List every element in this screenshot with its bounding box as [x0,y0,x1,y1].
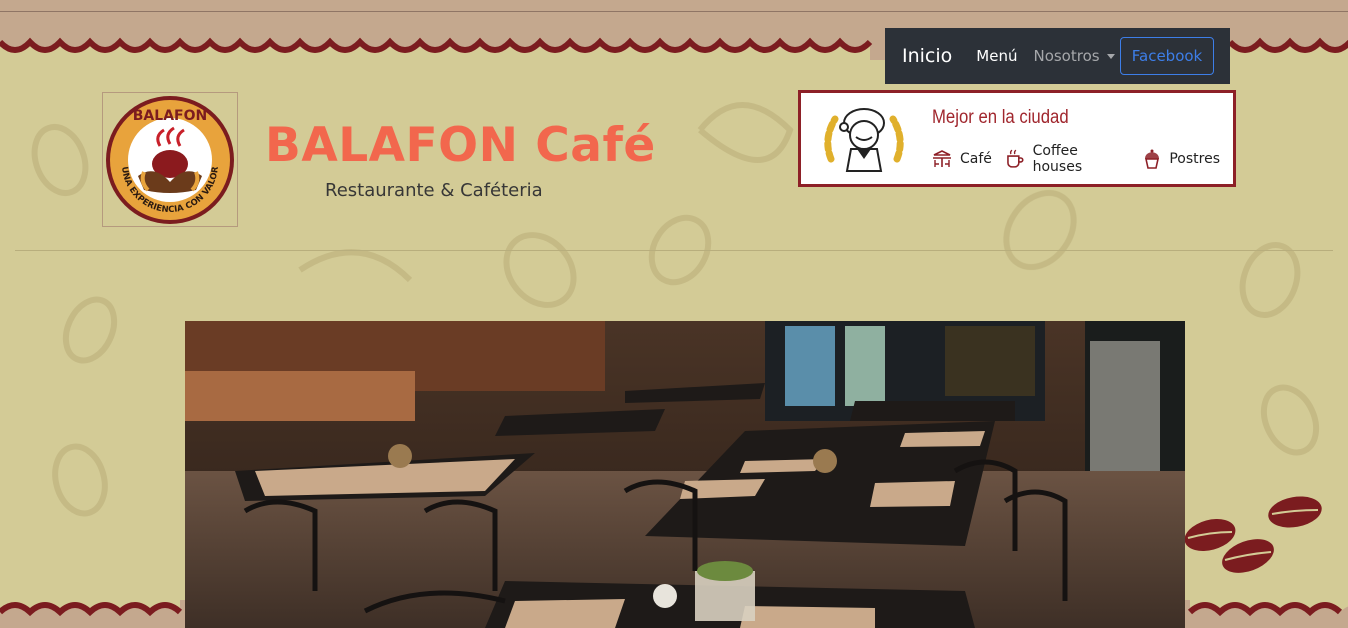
logo-text-top: BALAFON [133,108,207,124]
site-subtitle: Restaurante & Caféteria [325,180,543,201]
site-title: BALAFON Café [265,118,656,173]
top-navbar: Inicio Menú Nosotros Facebook [885,28,1230,84]
tag-label: Café [960,151,992,167]
award-badge[interactable]: Mejor en la ciudad Café Coffee houses Po… [798,90,1236,187]
badge-title: Mejor en la ciudad [932,107,1069,128]
coffee-cup-icon [1007,149,1024,168]
cafe-table-icon [933,150,951,167]
award-badge-inner: Mejor en la ciudad Café Coffee houses Po… [801,93,1233,184]
photo-illustration [185,321,1185,628]
tag-coffee-houses: Coffee houses [1005,143,1130,175]
restaurant-interior-photo [185,321,1185,628]
nav-dropdown-nosotros[interactable]: Nosotros [1033,47,1115,65]
nav-link-menu[interactable]: Menú [976,47,1017,65]
nav-brand-inicio[interactable]: Inicio [902,45,952,67]
tag-label: Postres [1169,151,1220,167]
tag-label: Coffee houses [1032,143,1083,175]
caret-down-icon [1106,53,1115,59]
facebook-button[interactable]: Facebook [1120,37,1214,75]
chef-mascot-icon [824,108,904,172]
cupcake-icon [1145,149,1160,169]
nav-dropdown-label: Nosotros [1033,47,1100,65]
tag-postres: Postres [1143,149,1220,169]
tag-cafe: Café [932,150,992,168]
badge-tags: Café Coffee houses Postres [932,143,1233,175]
balafon-logo-icon: BALAFON UNA EXPERIENCIA CON VALOR [106,95,234,224]
header-divider [15,250,1333,251]
site-logo[interactable]: BALAFON UNA EXPERIENCIA CON VALOR [102,92,238,227]
